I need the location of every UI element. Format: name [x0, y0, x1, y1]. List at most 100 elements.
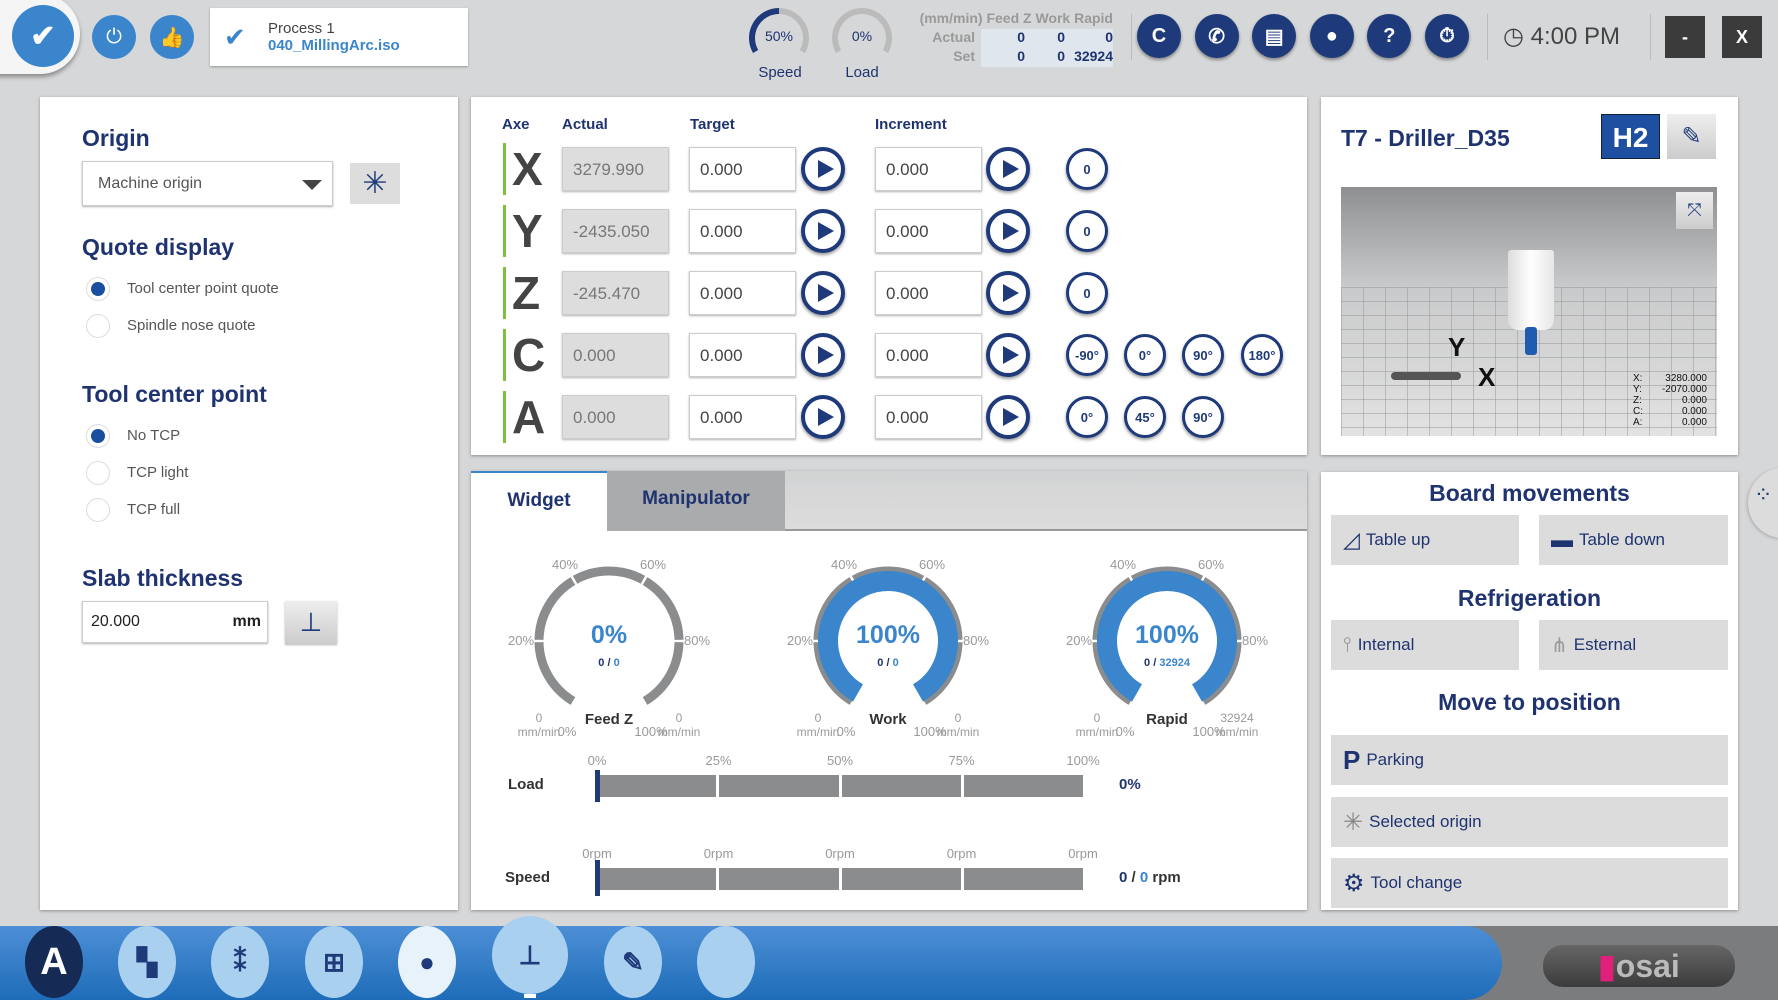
tab-label: Widget	[507, 490, 571, 511]
set-origin-button[interactable]: ✳	[350, 163, 400, 204]
tool-3d-viewer[interactable]: ⤧ Y X X: 3280.000 Y: -2070.000 Z: 0.000 C: 0.00…	[1341, 187, 1717, 436]
app-letter: A	[40, 940, 68, 983]
load-bar	[597, 775, 1083, 797]
phone-button[interactable]: ✆	[1194, 14, 1239, 58]
target-input[interactable]: 0.000	[689, 271, 796, 315]
preset-button[interactable]: 0	[1066, 148, 1108, 190]
increment-input[interactable]: 0.000	[875, 395, 982, 439]
parking-button[interactable]: P Parking	[1331, 735, 1728, 785]
divider	[1487, 14, 1488, 60]
nav-manual-button[interactable]: ⊥	[492, 916, 568, 994]
measure-slab-button[interactable]: ⊥	[285, 601, 337, 644]
process-card[interactable]: ✔ Process 1 040_MillingArc.iso	[210, 8, 468, 66]
go-target-button[interactable]	[801, 395, 845, 439]
increment-input[interactable]: 0.000	[875, 333, 982, 377]
selected-origin-button[interactable]: ✳ Selected origin	[1331, 797, 1728, 847]
radio-spindle-quote[interactable]	[86, 314, 110, 338]
target-input[interactable]: 0.000	[689, 333, 796, 377]
preset-button[interactable]: 45°	[1124, 396, 1166, 438]
tab-widget[interactable]: Widget	[471, 471, 607, 533]
side-menu-handle[interactable]: ⁘	[1748, 468, 1778, 538]
origin-select-value: Machine origin	[98, 175, 203, 192]
row-label: Actual	[932, 29, 975, 45]
gauge-tick: 20%	[1065, 633, 1093, 648]
confirm-button[interactable]: ✔	[12, 5, 74, 67]
gauge-tick: 40%	[830, 556, 858, 572]
go-target-button[interactable]	[801, 271, 845, 315]
preset-button[interactable]: 90°	[1182, 396, 1224, 438]
internal-button[interactable]: ⫯ Internal	[1331, 620, 1519, 670]
tab-manipulator[interactable]: Manipulator	[607, 471, 785, 531]
expand-button[interactable]: ⤧	[1676, 192, 1713, 229]
preset-button[interactable]: 90°	[1182, 334, 1224, 376]
increment-input[interactable]: 0.000	[875, 271, 982, 315]
slab-input[interactable]: 20.000 mm	[82, 601, 268, 643]
go-target-button[interactable]	[801, 209, 845, 253]
preset-button[interactable]: 0°	[1066, 396, 1108, 438]
go-target-button[interactable]	[801, 333, 845, 377]
gauge-actual: 0	[598, 657, 605, 669]
power-button[interactable]: ⏻	[92, 15, 136, 59]
nav-user-button[interactable]: ●	[398, 926, 456, 998]
user-button[interactable]: ●	[1309, 14, 1354, 58]
layout-icon: ⊞	[323, 946, 345, 977]
go-increment-button[interactable]	[986, 271, 1030, 315]
preset-button[interactable]: 180°	[1241, 334, 1283, 376]
target-input[interactable]: 0.000	[689, 395, 796, 439]
timer-button[interactable]: ⏱	[1425, 14, 1469, 58]
printer-button[interactable]: ▤	[1252, 14, 1297, 58]
gauge-values: 0 / 0	[598, 657, 620, 669]
table-up-button[interactable]: ◿ Table up	[1331, 515, 1519, 565]
divider	[1131, 14, 1132, 60]
tool-change-button[interactable]: ⚙ Tool change	[1331, 858, 1728, 908]
app-a-button[interactable]: A	[25, 926, 83, 998]
speed-bar-value: 0 / 0 rpm	[1119, 869, 1181, 886]
edit-tool-button[interactable]: ✎	[1667, 114, 1716, 159]
probe-icon: ⊥	[299, 607, 323, 637]
nav-run-button[interactable]: ▚	[118, 926, 176, 998]
go-increment-button[interactable]	[986, 209, 1030, 253]
speed-mini-value: 50%	[764, 28, 794, 44]
nav-layout-button[interactable]: ⊞	[305, 926, 363, 998]
help-button[interactable]: ?	[1367, 14, 1412, 58]
speed-bar-marker	[595, 860, 600, 896]
go-target-button[interactable]	[801, 147, 845, 191]
preset-button[interactable]: -90°	[1066, 334, 1108, 376]
minimize-button[interactable]: -	[1665, 16, 1705, 58]
head-button[interactable]: H2	[1601, 114, 1660, 159]
target-input[interactable]: 0.000	[689, 147, 796, 191]
close-button[interactable]: X	[1722, 16, 1762, 58]
speed-set: 0	[1139, 869, 1149, 886]
c-button[interactable]: C	[1137, 14, 1181, 58]
go-increment-button[interactable]	[986, 333, 1030, 377]
preset-button[interactable]: 0	[1066, 272, 1108, 314]
increment-input[interactable]: 0.000	[875, 147, 982, 191]
thumbs-up-button[interactable]: 👍	[150, 15, 194, 59]
chevron-down-icon	[302, 180, 322, 190]
actual-field: -245.470	[562, 271, 669, 315]
nav-edit-button[interactable]: ✎	[604, 926, 662, 998]
preset-button[interactable]: 0°	[1124, 334, 1166, 376]
spindle-model	[1508, 250, 1554, 330]
esternal-button[interactable]: ⋔ Esternal	[1539, 620, 1728, 670]
table-down-button[interactable]: ▬ Table down	[1539, 515, 1728, 565]
target-input[interactable]: 0.000	[689, 209, 796, 253]
go-increment-button[interactable]	[986, 395, 1030, 439]
nav-tools-button[interactable]: ⁑	[211, 926, 269, 998]
radio-tcp-light[interactable]	[86, 461, 110, 485]
tools-icon: ⁑	[233, 946, 247, 977]
gauge-values: 0 / 0	[877, 657, 899, 669]
settings-panel: Origin Machine origin ✳ Quote display To…	[40, 97, 458, 910]
preset-button[interactable]: 0	[1066, 210, 1108, 252]
origin-icon: ✳	[1343, 808, 1364, 836]
radio-tcp-quote[interactable]	[86, 277, 110, 301]
increment-input[interactable]: 0.000	[875, 209, 982, 253]
go-increment-button[interactable]	[986, 147, 1030, 191]
origin-select[interactable]: Machine origin	[82, 161, 333, 206]
coord-value: 3280.000	[1665, 373, 1707, 384]
axis-letter: Z	[503, 267, 540, 319]
radio-tcp-full[interactable]	[86, 498, 110, 522]
nav-blank-button[interactable]	[697, 926, 755, 998]
radio-no-tcp[interactable]	[86, 424, 110, 448]
col-increment: Increment	[875, 116, 947, 133]
